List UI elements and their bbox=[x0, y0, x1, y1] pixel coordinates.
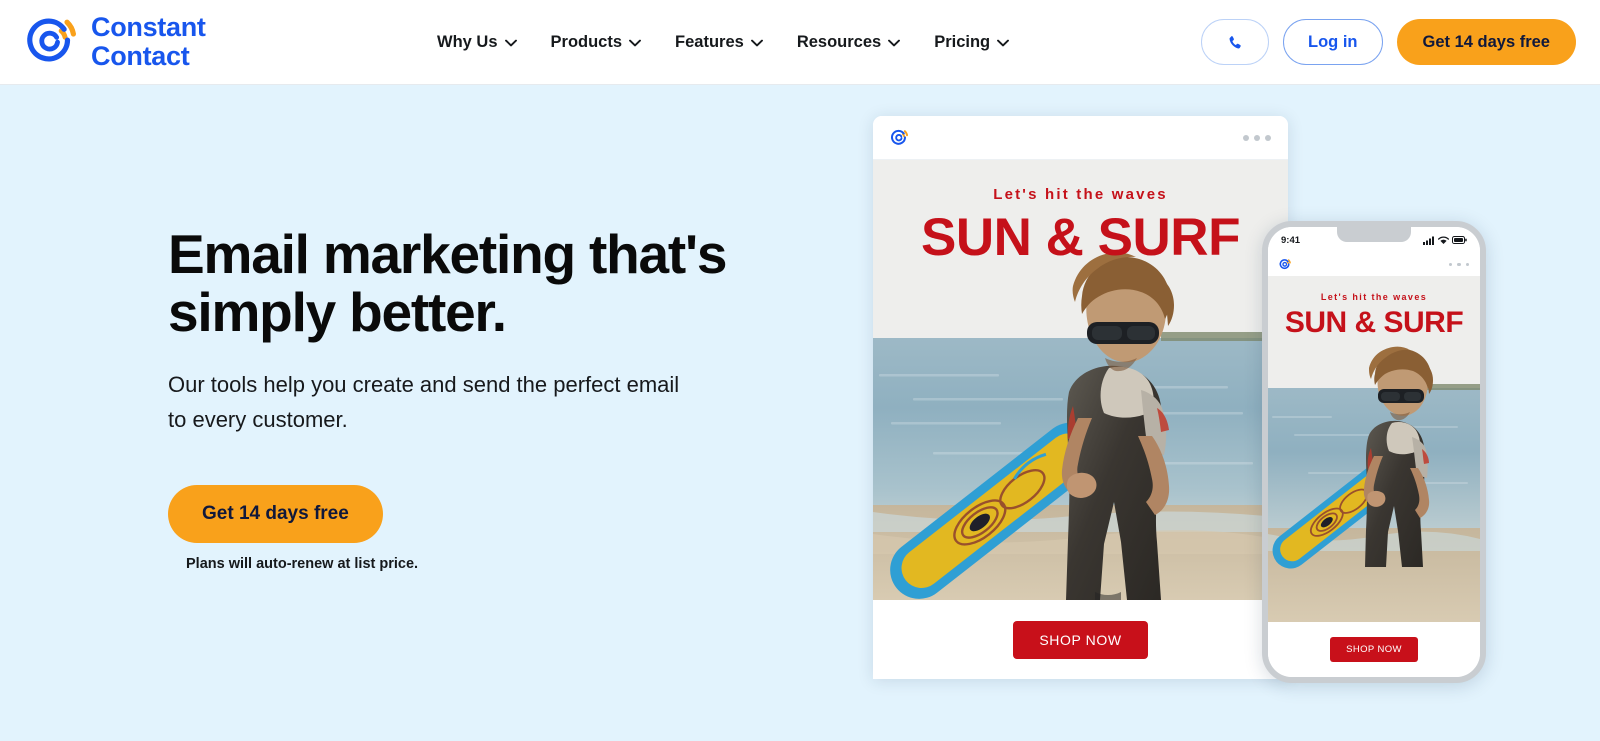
chevron-down-icon bbox=[997, 39, 1009, 47]
nav-item-why-us[interactable]: Why Us bbox=[437, 0, 534, 85]
mobile-email-preview: 9:41 bbox=[1262, 221, 1486, 683]
nav-item-features[interactable]: Features bbox=[658, 0, 780, 85]
nav-item-products[interactable]: Products bbox=[534, 0, 659, 85]
nav-label: Why Us bbox=[437, 33, 498, 52]
main-navigation: Why Us Products Features Resources Prici… bbox=[437, 0, 1026, 85]
shop-now-button[interactable]: SHOP NOW bbox=[1013, 621, 1147, 659]
nav-item-pricing[interactable]: Pricing bbox=[917, 0, 1026, 85]
constant-contact-logo-icon bbox=[24, 13, 82, 71]
status-icons bbox=[1423, 236, 1467, 245]
get-trial-button-header[interactable]: Get 14 days free bbox=[1397, 19, 1577, 65]
nav-item-resources[interactable]: Resources bbox=[780, 0, 917, 85]
hero-subheadline: Our tools help you create and send the p… bbox=[168, 367, 688, 439]
phone-status-bar: 9:41 bbox=[1268, 227, 1480, 253]
wifi-icon bbox=[1438, 236, 1449, 245]
chevron-down-icon bbox=[505, 39, 517, 47]
desktop-email-preview: Let's hit the waves SUN & SURF SHOP NOW bbox=[873, 116, 1288, 679]
email-hero-artwork: Let's hit the waves SUN & SURF bbox=[873, 160, 1288, 600]
email-kicker: Let's hit the waves bbox=[1268, 292, 1480, 302]
login-button[interactable]: Log in bbox=[1283, 19, 1382, 65]
battery-icon bbox=[1452, 236, 1467, 244]
call-us-button[interactable] bbox=[1201, 19, 1269, 65]
email-headline: SUN & SURF bbox=[873, 207, 1288, 268]
hero-copy: Email marketing that's simply better. Ou… bbox=[168, 225, 788, 572]
mobile-preview-toolbar bbox=[1268, 253, 1480, 276]
mobile-email-artwork: Let's hit the waves SUN & SURF bbox=[1268, 276, 1480, 622]
constant-contact-mark-icon bbox=[890, 128, 910, 148]
mobile-email-footer: SHOP NOW bbox=[1268, 622, 1480, 677]
chevron-down-icon bbox=[751, 39, 763, 47]
header-actions: Log in Get 14 days free bbox=[1201, 19, 1576, 65]
email-headline: SUN & SURF bbox=[1268, 306, 1480, 340]
email-kicker: Let's hit the waves bbox=[873, 186, 1288, 203]
signal-bars-icon bbox=[1423, 236, 1435, 245]
desktop-email-footer: SHOP NOW bbox=[873, 600, 1288, 679]
site-header: Constant Contact Why Us Products Feature… bbox=[0, 0, 1600, 85]
more-dots-icon[interactable] bbox=[1449, 263, 1470, 267]
nav-label: Products bbox=[551, 33, 623, 52]
logo-text: Constant Contact bbox=[91, 13, 206, 71]
phone-notch bbox=[1337, 227, 1411, 242]
logo-link[interactable]: Constant Contact bbox=[24, 13, 206, 71]
shop-now-button[interactable]: SHOP NOW bbox=[1330, 637, 1418, 662]
nav-label: Features bbox=[675, 33, 744, 52]
chevron-down-icon bbox=[629, 39, 641, 47]
desktop-preview-toolbar bbox=[873, 116, 1288, 160]
get-trial-button-hero[interactable]: Get 14 days free bbox=[168, 485, 383, 543]
hero-section: Email marketing that's simply better. Ou… bbox=[0, 85, 1600, 741]
nav-label: Pricing bbox=[934, 33, 990, 52]
nav-label: Resources bbox=[797, 33, 881, 52]
hero-headline: Email marketing that's simply better. bbox=[168, 225, 788, 342]
phone-icon bbox=[1227, 34, 1244, 51]
chevron-down-icon bbox=[888, 39, 900, 47]
hero-disclaimer: Plans will auto-renew at list price. bbox=[186, 556, 788, 572]
more-dots-icon[interactable] bbox=[1243, 135, 1271, 141]
